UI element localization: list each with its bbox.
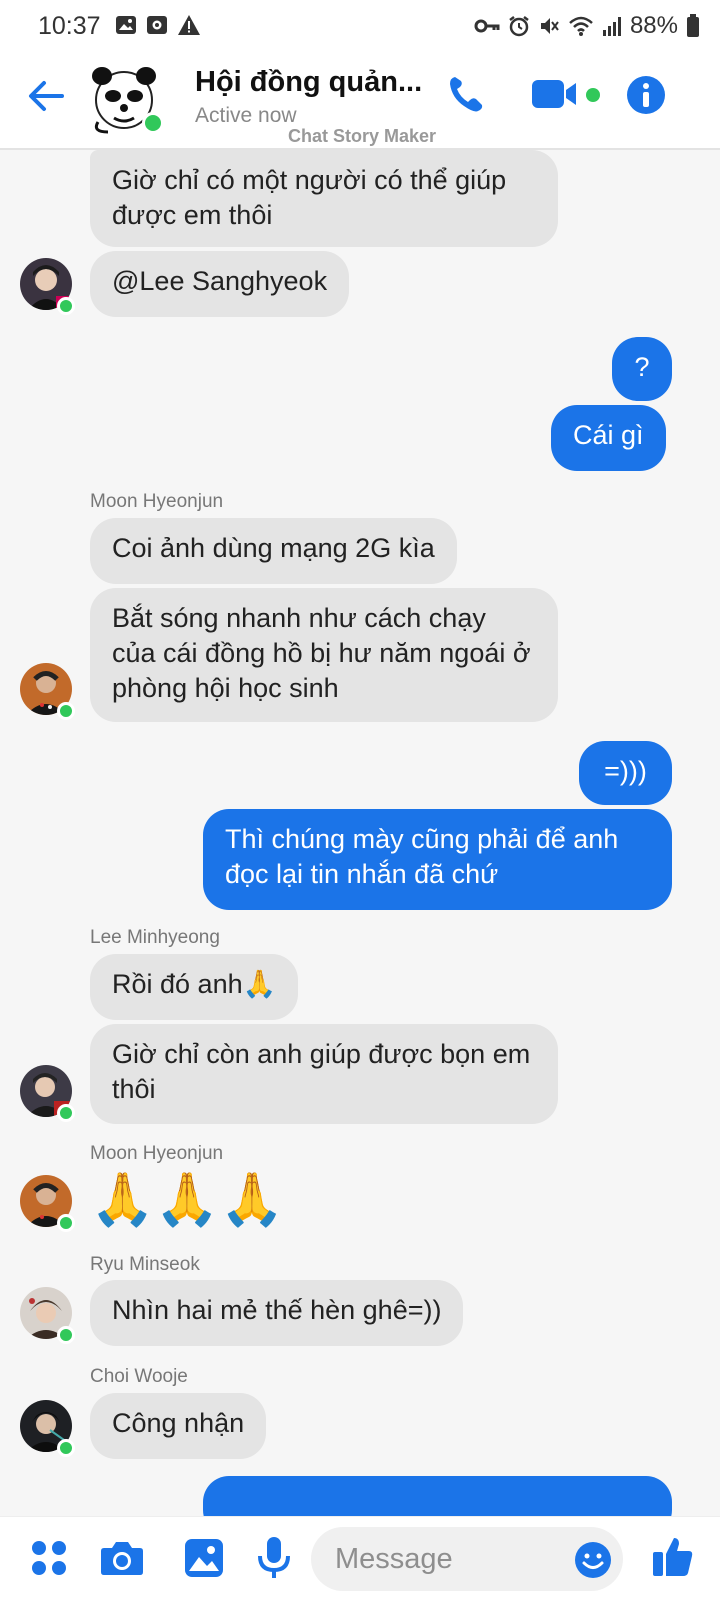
online-indicator (57, 702, 75, 720)
warning-icon (178, 15, 200, 35)
sender-name: Lee Minhyeong (90, 927, 220, 948)
message-outgoing[interactable]: =))) (579, 741, 672, 805)
back-arrow-icon[interactable] (28, 80, 64, 112)
message-incoming[interactable]: @Lee Sanghyeok (90, 251, 350, 317)
online-indicator (57, 1439, 75, 1457)
wifi-icon (569, 16, 593, 36)
gallery-icon[interactable] (184, 1538, 224, 1578)
camera-icon[interactable] (100, 1539, 144, 1577)
signal-icon (602, 17, 621, 36)
message-incoming[interactable]: Công nhận (90, 1393, 267, 1459)
message-outgoing-partial[interactable] (203, 1476, 672, 1516)
sender-name: Moon Hyeonjun (90, 491, 224, 512)
phone-icon[interactable] (446, 74, 486, 114)
message-outgoing[interactable]: Cái gì (551, 405, 666, 471)
message-outgoing[interactable]: ? (612, 337, 672, 401)
status-time: 10:37 (38, 12, 101, 40)
active-status: Active now (195, 104, 297, 127)
message-outgoing[interactable]: Thì chúng mày cũng phải để anh đọc lại t… (203, 809, 672, 910)
battery-icon (687, 14, 699, 37)
message-incoming[interactable]: Nhìn hai mẻ thế hèn ghê=)) (90, 1280, 464, 1346)
sender-name: Ryu Minseok (90, 1254, 200, 1275)
chat-header: Hội đồng quản... Active now Chat Story M… (0, 50, 720, 150)
online-indicator (57, 1326, 75, 1344)
emoji-icon[interactable] (574, 1541, 612, 1579)
vpn-key-icon (474, 19, 500, 33)
online-indicator (57, 297, 75, 315)
watermark: Chat Story Maker (288, 126, 437, 146)
mute-icon (540, 18, 559, 34)
sender-name: Moon Hyeonjun (90, 1143, 224, 1164)
video-active-dot (586, 88, 600, 102)
menu-dots-icon[interactable] (30, 1539, 68, 1577)
message-incoming[interactable]: Bắt sóng nhanh như cách chạy của cái đồn… (90, 588, 558, 722)
microphone-icon[interactable] (257, 1536, 291, 1580)
video-call-icon[interactable] (532, 78, 580, 110)
app-notification-icon (147, 16, 167, 34)
message-incoming[interactable]: Coi ảnh dùng mạng 2G kìa (90, 518, 457, 584)
image-notification-icon (116, 16, 136, 34)
message-incoming[interactable]: Giờ chỉ có một người có thể giúp được em… (90, 150, 558, 247)
info-icon[interactable] (626, 75, 666, 115)
like-thumbs-up-icon[interactable] (652, 1535, 694, 1577)
emoji-message[interactable]: 🙏🙏🙏 (90, 1170, 284, 1230)
message-list[interactable]: Giờ chỉ có một người có thể giúp được em… (0, 150, 720, 1516)
online-indicator (142, 112, 164, 134)
battery-percent: 88% (629, 12, 678, 39)
online-indicator (57, 1214, 75, 1232)
online-indicator (57, 1104, 75, 1122)
alarm-icon (509, 16, 529, 37)
sender-name: Choi Wooje (90, 1366, 188, 1387)
message-incoming[interactable]: Giờ chỉ còn anh giúp được bọn em thôi (90, 1024, 558, 1124)
status-bar: 10:37 88% (0, 0, 720, 50)
chat-title[interactable]: Hội đồng quản... (195, 66, 422, 99)
message-incoming[interactable]: Rồi đó anh🙏 (90, 954, 299, 1020)
composer-bar (0, 1516, 720, 1601)
